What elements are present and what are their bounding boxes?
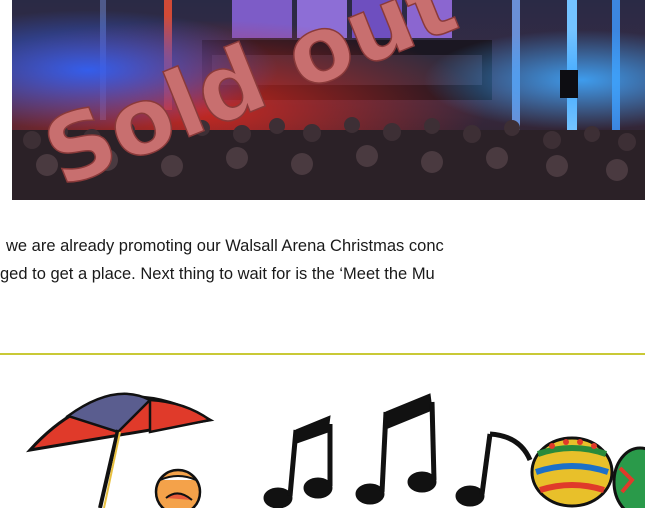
music-notes-icon bbox=[263, 393, 533, 508]
maracas-icon bbox=[530, 436, 645, 508]
hand-drawn-illustration bbox=[0, 372, 645, 508]
beach-ball-icon bbox=[154, 468, 202, 508]
section-divider bbox=[0, 353, 645, 355]
article-paragraph: we are already promoting our Walsall Are… bbox=[0, 232, 645, 292]
concert-photo: Sold out bbox=[12, 0, 645, 200]
article-line-2: ged to get a place. Next thing to wait f… bbox=[0, 265, 435, 283]
article-line-1: we are already promoting our Walsall Are… bbox=[6, 237, 444, 255]
